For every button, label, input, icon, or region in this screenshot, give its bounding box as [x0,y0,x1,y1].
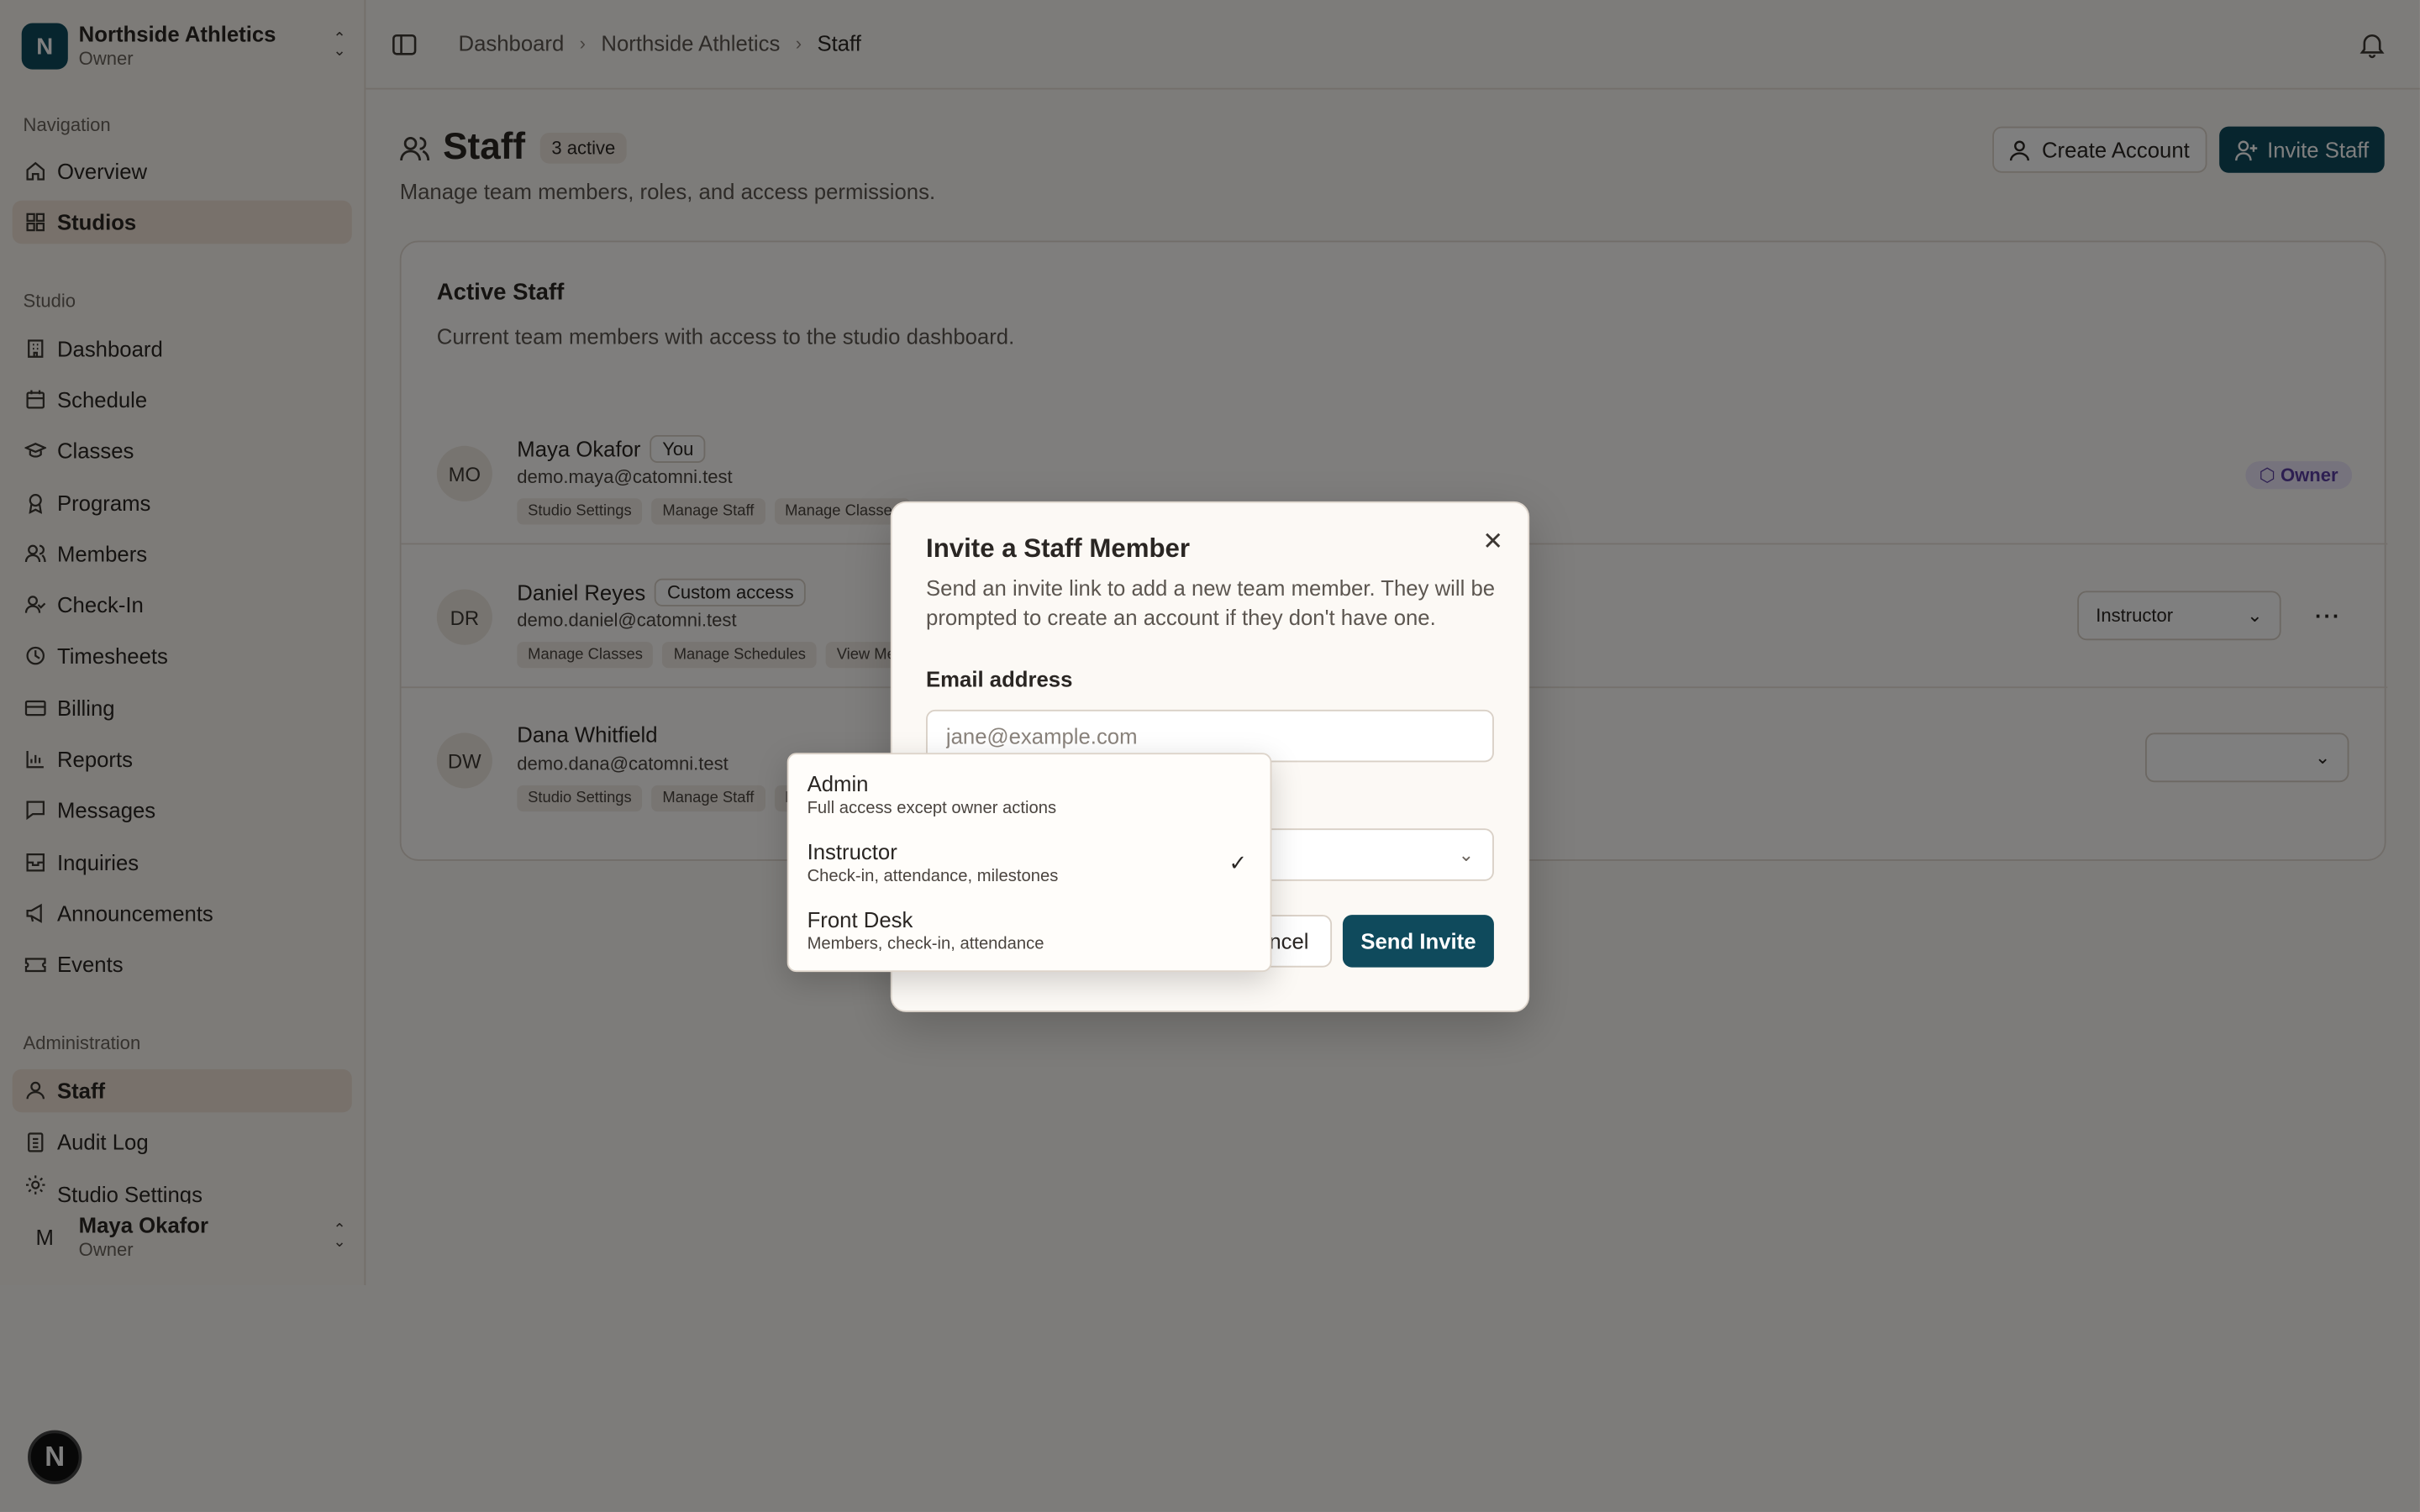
close-icon[interactable]: ✕ [1482,526,1503,557]
dialog-title: Invite a Staff Member [926,533,1191,564]
role-option-front-desk[interactable]: Front Desk Members, check-in, attendance [797,898,1263,966]
option-description: Check-in, attendance, milestones [807,867,1059,886]
option-description: Full access except owner actions [807,799,1057,818]
send-invite-button[interactable]: Send Invite [1342,915,1494,968]
check-icon: ✓ [1228,850,1248,875]
chevron-down-icon: ⌄ [1458,843,1475,866]
dialog-description: Send an invite link to add a new team me… [926,575,1496,630]
role-dropdown: Admin Full access except owner actions I… [786,753,1272,973]
role-option-admin[interactable]: Admin Full access except owner actions [797,762,1263,830]
option-description: Members, check-in, attendance [807,935,1044,954]
option-title: Instructor [807,839,897,864]
option-title: Admin [807,771,869,796]
option-title: Front Desk [807,906,913,932]
role-option-instructor[interactable]: Instructor Check-in, attendance, milesto… [797,830,1263,898]
email-label: Email address [926,666,1073,691]
